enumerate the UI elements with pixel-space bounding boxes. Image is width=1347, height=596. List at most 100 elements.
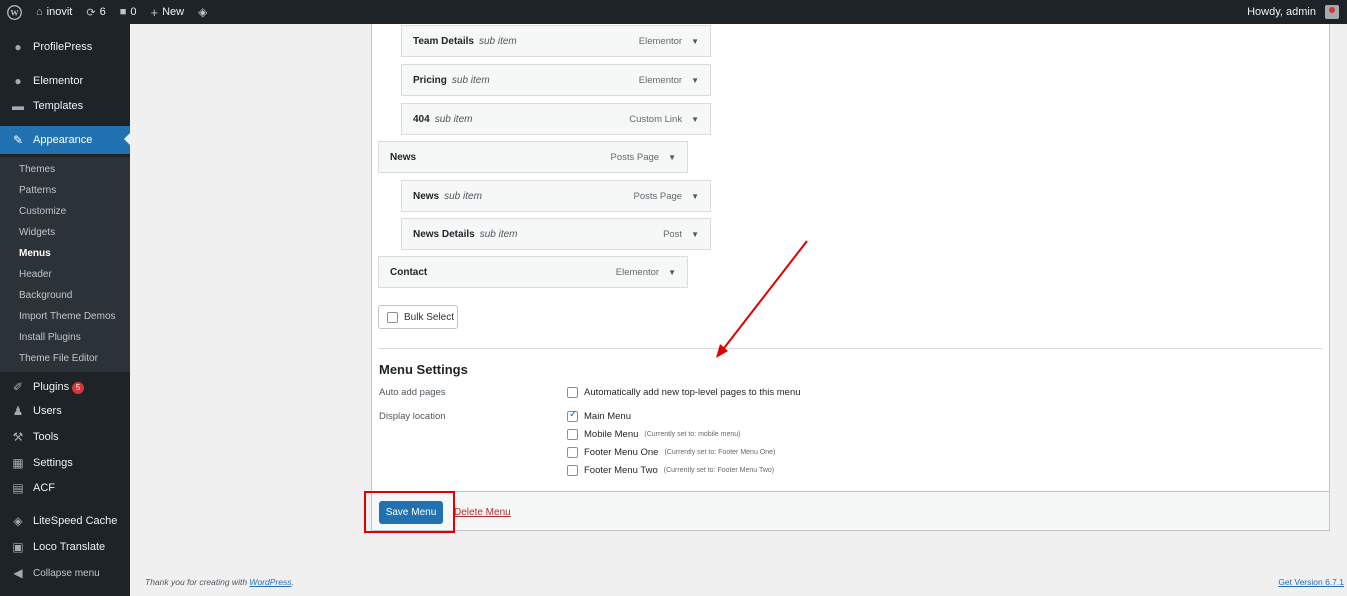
location-mobile-menu[interactable]: Mobile Menu (Currently set to: mobile me…	[567, 429, 740, 440]
howdy-text: Howdy, admin	[1247, 6, 1316, 18]
sidebar-item-acf[interactable]: ▤ ACF	[0, 475, 130, 501]
sidebar-item-label: Appearance	[33, 134, 93, 146]
option-label: Footer Menu One	[584, 447, 659, 458]
menu-item-title: Team Details	[413, 35, 474, 47]
auto-add-pages-option[interactable]: Automatically add new top-level pages to…	[567, 387, 801, 398]
location-footer-menu-two[interactable]: Footer Menu Two (Currently set to: Foote…	[567, 465, 774, 476]
litespeed-icon: ◈	[13, 514, 23, 528]
collapse-menu-button[interactable]: ◀ Collapse menu	[0, 560, 130, 586]
menu-item-news-details[interactable]: News Details sub item Post ▼	[401, 218, 711, 250]
svg-text:W: W	[10, 8, 19, 17]
chevron-down-icon[interactable]: ▼	[691, 37, 699, 46]
option-note: (Currently set to: Footer Menu Two)	[663, 467, 775, 474]
bulk-select-checkbox[interactable]	[387, 311, 398, 323]
menu-item-type: Elementor	[638, 74, 683, 86]
folder-icon: ▬	[12, 99, 24, 113]
sidebar-item-label: Collapse menu	[33, 567, 100, 579]
delete-menu-link[interactable]: Delete Menu	[454, 507, 511, 518]
submenu-item-menus[interactable]: Menus	[19, 247, 51, 261]
get-version-link[interactable]: Get Version 6.7.1	[1278, 577, 1344, 587]
menu-item-title: Contact	[390, 266, 428, 278]
menu-item-pricing[interactable]: Pricing sub item Elementor ▼	[401, 64, 711, 96]
sidebar-item-tools[interactable]: ⚒ Tools	[0, 424, 130, 450]
menu-item-type: Posts Page	[610, 151, 660, 163]
wrench-icon: ⚒	[12, 430, 24, 444]
bulk-select-button[interactable]: Bulk Select	[378, 305, 458, 329]
translate-icon: ▣	[12, 540, 24, 554]
comment-icon: ■	[119, 6, 127, 18]
menu-item-news[interactable]: News Posts Page ▼	[378, 141, 688, 173]
chevron-down-icon[interactable]: ▼	[668, 268, 676, 277]
sidebar-item-appearance[interactable]: ✎ Appearance	[0, 126, 130, 154]
footer-thanks-suffix: .	[291, 577, 294, 587]
sidebar-item-litespeed-cache[interactable]: ◈ LiteSpeed Cache	[0, 508, 130, 534]
main-menu-checkbox[interactable]	[567, 409, 578, 422]
footer-menu-one-checkbox[interactable]	[567, 447, 578, 458]
submenu-item-import-theme-demos[interactable]: Import Theme Demos	[19, 310, 116, 324]
wordpress-link[interactable]: WordPress	[249, 577, 291, 587]
new-label: New	[162, 6, 185, 18]
chevron-down-icon[interactable]: ▼	[668, 153, 676, 162]
diamond-menu-icon[interactable]: ◈	[191, 0, 214, 24]
sidebar-item-templates[interactable]: ▬ Templates	[0, 93, 130, 119]
highlight-box	[364, 491, 455, 533]
submenu-item-background[interactable]: Background	[19, 289, 72, 303]
users-icon: ♟	[12, 404, 24, 418]
sidebar-item-label: LiteSpeed Cache	[33, 515, 118, 527]
sidebar-item-plugins[interactable]: ✐ Plugins 5	[0, 374, 130, 400]
option-note: (Currently set to: mobile menu)	[644, 431, 741, 438]
menu-item-team-details[interactable]: Team Details sub item Elementor ▼	[401, 25, 711, 57]
sidebar-item-label: ProfilePress	[33, 41, 93, 53]
option-label: Automatically add new top-level pages to…	[584, 387, 801, 398]
submenu-item-patterns[interactable]: Patterns	[19, 184, 56, 198]
chevron-down-icon[interactable]: ▼	[691, 76, 699, 85]
sidebar-item-settings[interactable]: ▦ Settings	[0, 450, 130, 476]
sidebar-item-users[interactable]: ♟ Users	[0, 398, 130, 424]
menu-item-news-sub[interactable]: News sub item Posts Page ▼	[401, 180, 711, 212]
submenu-item-install-plugins[interactable]: Install Plugins	[19, 331, 81, 345]
menu-item-title: News	[413, 190, 440, 202]
chevron-down-icon[interactable]: ▼	[691, 192, 699, 201]
menu-item-404[interactable]: 404 sub item Custom Link ▼	[401, 103, 711, 135]
appearance-submenu: Themes Patterns Customize Widgets Menus …	[0, 157, 130, 372]
submenu-item-theme-file-editor[interactable]: Theme File Editor	[19, 352, 98, 366]
submenu-item-widgets[interactable]: Widgets	[19, 226, 55, 240]
comments-link[interactable]: ■ 0	[113, 0, 144, 24]
footer-thanks-text: Thank you for creating with	[145, 577, 250, 587]
wordpress-logo-icon[interactable]: W	[0, 0, 29, 24]
menu-item-type: Posts Page	[633, 190, 683, 202]
sidebar-item-loco-translate[interactable]: ▣ Loco Translate	[0, 534, 130, 560]
sidebar-item-elementor[interactable]: ● Elementor	[0, 68, 130, 94]
comments-count: 0	[130, 6, 137, 18]
plus-icon: +	[150, 4, 159, 20]
plug-icon: ✐	[12, 380, 24, 394]
new-content-link[interactable]: + New	[143, 0, 191, 24]
menu-actions-bar	[371, 491, 1330, 531]
menu-item-subitem-label: sub item	[478, 35, 517, 47]
elementor-icon: ●	[14, 74, 22, 88]
location-main-menu[interactable]: Main Menu	[567, 409, 631, 422]
submenu-item-themes[interactable]: Themes	[19, 163, 55, 177]
mobile-menu-checkbox[interactable]	[567, 429, 578, 440]
site-name-link[interactable]: ⌂ inovit	[29, 0, 79, 24]
chevron-down-icon[interactable]: ▼	[691, 115, 699, 124]
submenu-item-customize[interactable]: Customize	[19, 205, 66, 219]
option-label: Main Menu	[584, 411, 631, 422]
chevron-down-icon[interactable]: ▼	[691, 230, 699, 239]
location-footer-menu-one[interactable]: Footer Menu One (Currently set to: Foote…	[567, 447, 775, 458]
profilepress-icon: ●	[14, 40, 22, 54]
menu-item-contact[interactable]: Contact Elementor ▼	[378, 256, 688, 288]
auto-add-pages-checkbox[interactable]	[567, 387, 578, 398]
option-note: (Currently set to: Footer Menu One)	[664, 449, 776, 456]
menu-item-title: Pricing	[413, 74, 447, 86]
settings-icon: ▦	[12, 456, 24, 470]
submenu-item-header[interactable]: Header	[19, 268, 52, 282]
option-label: Footer Menu Two	[584, 465, 658, 476]
menu-item-subitem-label: sub item	[434, 113, 473, 125]
menu-item-subitem-label: sub item	[451, 74, 490, 86]
my-account-link[interactable]: Howdy, admin	[1240, 0, 1347, 24]
updates-link[interactable]: ⟳ 6	[79, 0, 112, 24]
menu-item-subitem-label: sub item	[444, 190, 482, 202]
sidebar-item-profilepress[interactable]: ● ProfilePress	[0, 34, 130, 60]
footer-menu-two-checkbox[interactable]	[567, 465, 578, 476]
